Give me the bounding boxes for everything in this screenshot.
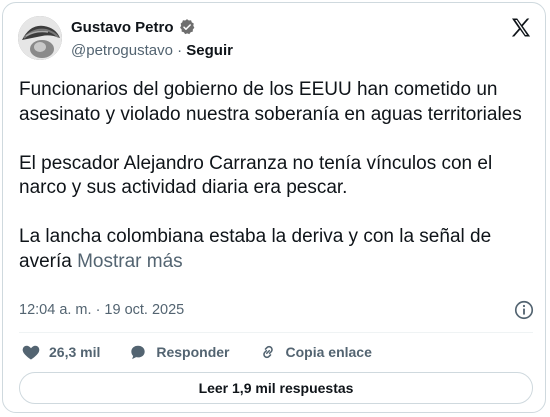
verified-badge-icon	[179, 19, 194, 35]
divider	[19, 332, 533, 333]
tweet-paragraph: El pescador Alejandro Carranza no tenía …	[19, 152, 493, 199]
author-handle[interactable]: @petrogustavo	[71, 42, 173, 59]
info-icon[interactable]	[513, 299, 535, 321]
avatar-image	[18, 16, 62, 60]
reply-button[interactable]: Responder	[128, 342, 230, 362]
tweet-paragraph-last: La lancha colombiana estaba la deriva y …	[19, 225, 534, 274]
copy-link-button[interactable]: Copia enlace	[258, 342, 372, 362]
handle-separator: ·	[177, 42, 183, 59]
author-name[interactable]: Gustavo Petro	[71, 19, 174, 36]
tweet-text: Funcionarios del gobierno de los EEUU ha…	[19, 78, 534, 274]
tweet-card: Gustavo Petro @petrogustavo · Seguir Fun…	[2, 2, 546, 413]
tweet-timestamp[interactable]: 12:04 a. m. · 19 oct. 2025	[19, 302, 184, 318]
tweet-paragraph: Funcionarios del gobierno de los EEUU ha…	[19, 79, 522, 125]
show-more-link[interactable]: Mostrar más	[77, 251, 183, 272]
x-logo-icon[interactable]	[509, 16, 533, 40]
heart-icon	[22, 345, 40, 360]
tweet-actions: 26,3 mil Responder Copia enlace	[21, 340, 400, 364]
reply-label: Responder	[156, 344, 230, 360]
speech-bubble-icon	[131, 345, 146, 360]
link-icon	[262, 345, 273, 359]
like-count: 26,3 mil	[49, 344, 101, 360]
author-name-row: Gustavo Petro	[71, 18, 196, 36]
author-handle-row: @petrogustavo · Seguir	[71, 42, 233, 59]
follow-button[interactable]: Seguir	[186, 42, 233, 59]
like-button[interactable]: 26,3 mil	[21, 342, 100, 362]
avatar[interactable]	[18, 16, 62, 60]
read-replies-button[interactable]: Leer 1,9 mil respuestas	[19, 372, 533, 404]
copy-link-label: Copia enlace	[285, 344, 372, 360]
